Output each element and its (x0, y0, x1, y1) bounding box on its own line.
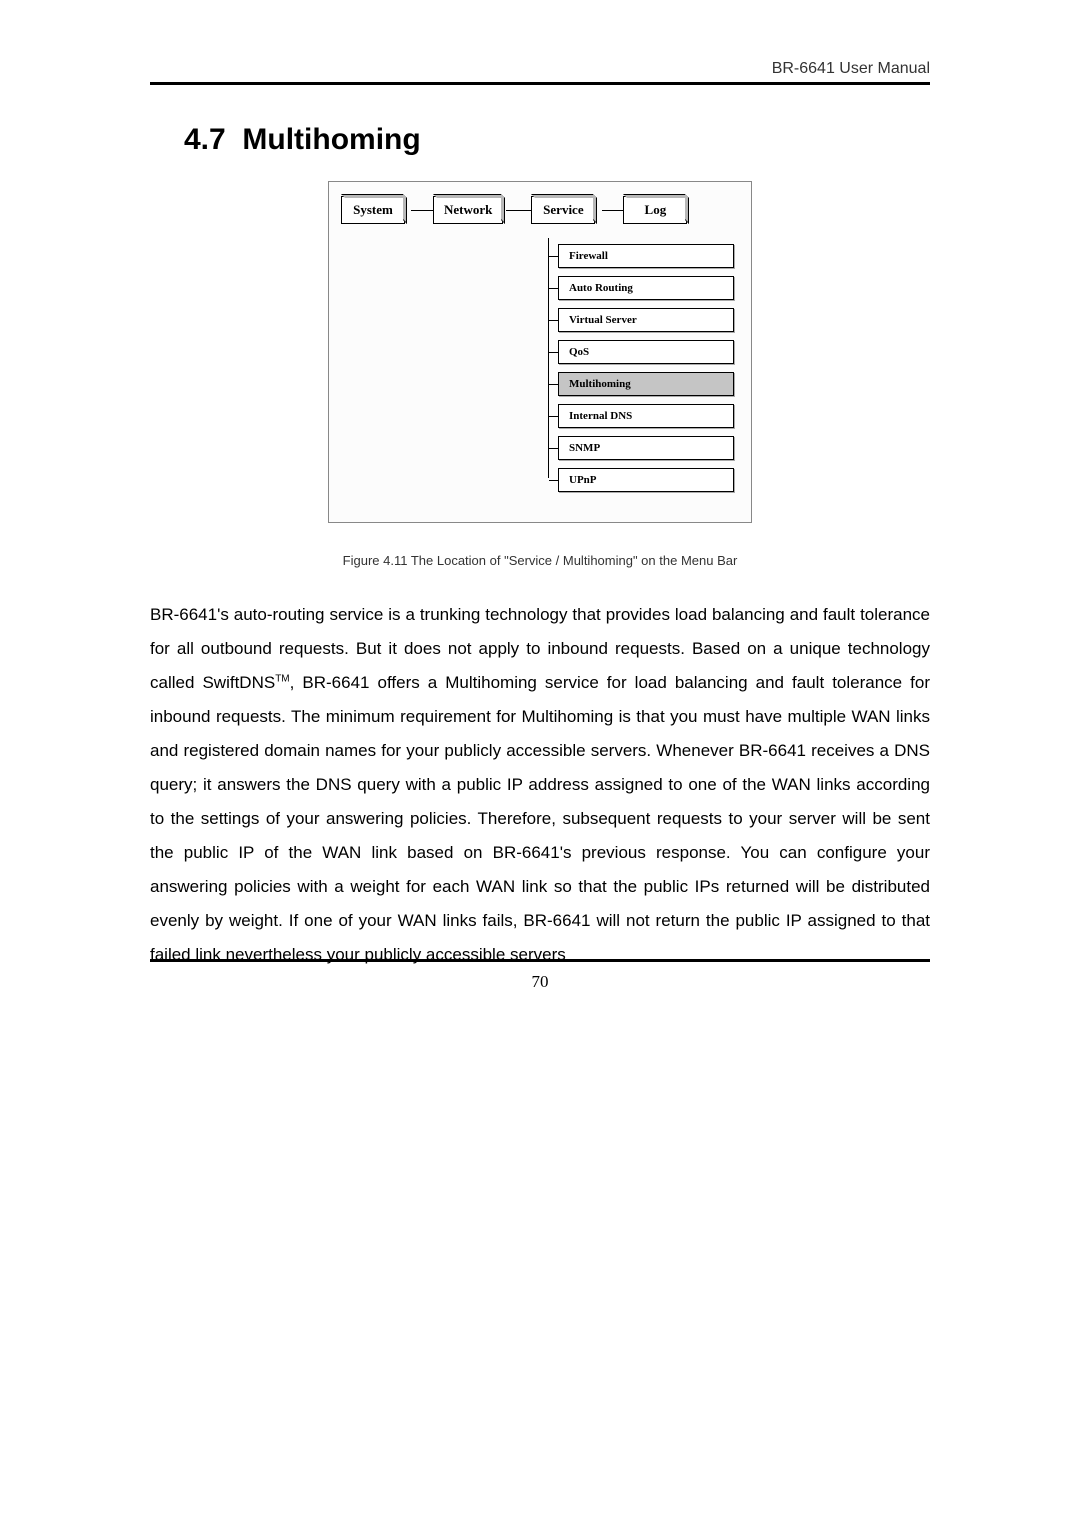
section-number: 4.7 (184, 123, 226, 156)
trademark-superscript: TM (275, 673, 289, 684)
menu-connector (411, 210, 434, 211)
menu-tab-system[interactable]: System (341, 196, 405, 224)
menu-bar: System Network Service Log (341, 196, 739, 224)
submenu-item-qos[interactable]: QoS (558, 340, 734, 364)
figure-caption: Figure 4.11 The Location of "Service / M… (150, 553, 930, 568)
page-number: 70 (150, 972, 930, 992)
submenu-item-upnp[interactable]: UPnP (558, 468, 734, 492)
menu-connector (506, 210, 533, 211)
submenu-tree-line (548, 238, 549, 478)
submenu-item-virtual-server[interactable]: Virtual Server (558, 308, 734, 332)
submenu-item-auto-routing[interactable]: Auto Routing (558, 276, 734, 300)
section-title: Multihoming (242, 123, 420, 156)
body-text-b: , BR-6641 offers a Multihoming service f… (150, 673, 930, 964)
menu-tab-log[interactable]: Log (623, 196, 687, 224)
doc-title: BR-6641 User Manual (772, 60, 930, 77)
page-header: BR-6641 User Manual (150, 60, 930, 82)
submenu-item-internal-dns[interactable]: Internal DNS (558, 404, 734, 428)
bottom-rule (150, 959, 930, 962)
body-paragraph: BR-6641's auto-routing service is a trun… (150, 598, 930, 972)
submenu-item-firewall[interactable]: Firewall (558, 244, 734, 268)
menu-tab-service[interactable]: Service (531, 196, 595, 224)
submenu: Firewall Auto Routing Virtual Server QoS… (558, 244, 739, 492)
menu-tab-network[interactable]: Network (433, 196, 503, 224)
menu-figure: System Network Service Log Firewall Auto… (328, 181, 752, 523)
submenu-item-multihoming[interactable]: Multihoming (558, 372, 734, 396)
page-footer: 70 (150, 959, 930, 992)
top-rule (150, 82, 930, 85)
submenu-item-snmp[interactable]: SNMP (558, 436, 734, 460)
section-heading: 4.7 Multihoming (184, 123, 930, 157)
page: BR-6641 User Manual 4.7 Multihoming Syst… (0, 0, 1080, 972)
